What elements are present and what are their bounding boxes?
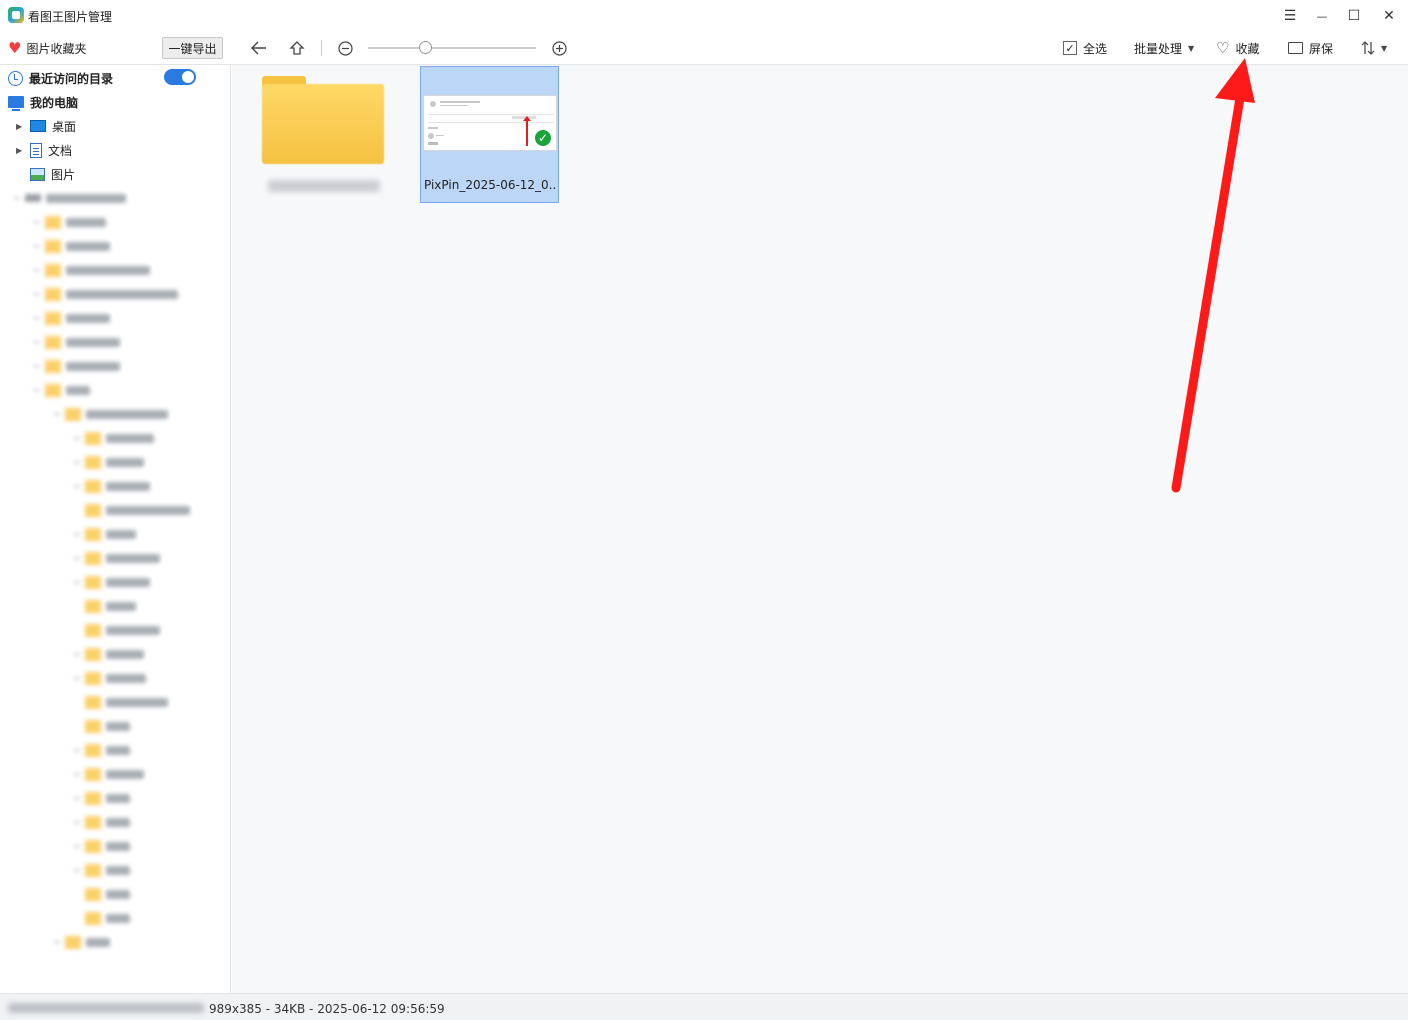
heart-outline-icon: ♡ [1216,39,1230,57]
redacted-tree-item [74,455,144,469]
redacted-tree-item [14,191,126,205]
redacted-tree-item [34,335,120,349]
close-button[interactable]: ✕ [1374,4,1404,28]
sidebar: 最近访问的目录 我的电脑 ▶ 桌面 ▶ 文档 图片 [0,65,231,993]
redacted-tree-item [74,479,150,493]
document-icon [30,142,42,158]
redacted-tree-item [34,263,150,277]
batch-process-dropdown[interactable]: 批量处理 ▼ [1134,38,1194,58]
redacted-tree-item [74,743,130,757]
back-arrow-icon[interactable] [249,38,269,58]
my-pc-label: 我的电脑 [30,95,79,110]
favorite-button[interactable]: ♡ 收藏 [1216,38,1259,58]
redacted-tree-item [74,575,150,589]
status-bar: 989x385 - 34KB - 2025-06-12 09:56:59 [0,993,1408,1020]
folder-icon-body [262,84,384,164]
screensaver-button[interactable]: 屏保 [1288,38,1333,58]
thumbnail-arrow [523,116,531,146]
redacted-tree-item [74,815,130,829]
toolbar: ♥ 图片收藏夹 一键导出 ✓ 全选 批量处理 ▼ ♡ 收藏 屏保 ▼ [0,32,1408,64]
desktop-icon [30,120,46,132]
pictures-icon [30,167,45,181]
redacted-tree-item [74,791,130,805]
redacted-tree-item [34,239,110,253]
redacted-tree-item [74,527,136,541]
redacted-tree-item [74,431,154,445]
zoom-out-icon[interactable] [337,38,353,58]
sidebar-item-my-pc[interactable]: 我的电脑 [8,92,78,112]
favorite-label: 收藏 [1235,41,1260,56]
file-grid [232,65,1408,993]
up-folder-icon[interactable] [287,38,307,58]
status-info: 989x385 - 34KB - 2025-06-12 09:56:59 [209,1002,445,1016]
export-button[interactable]: 一键导出 [162,37,223,59]
file-name-label: PixPin_2025-06-12_0... [424,178,556,192]
redacted-tree-item [74,719,130,733]
recent-toggle[interactable] [164,69,196,85]
expand-arrow-icon[interactable]: ▶ [16,122,24,131]
sort-icon [1361,41,1375,55]
redacted-file-path [8,1003,204,1013]
redacted-tree-item [74,695,168,709]
batch-process-label: 批量处理 [1134,41,1183,56]
caret-down-icon: ▼ [1381,43,1388,53]
zoom-in-icon[interactable] [551,38,567,58]
app-logo-icon [8,7,24,23]
redacted-tree-item [74,503,190,517]
select-all-label: 全选 [1083,41,1108,56]
redacted-tree-item [34,359,120,373]
minimize-button[interactable]: — [1307,4,1337,28]
title-bar: 看图王图片管理 ☰ — ☐ ✕ [0,0,1408,32]
redacted-tree-item [54,935,110,949]
redacted-tree-item [74,551,160,565]
toolbar-divider [321,40,322,56]
redacted-tree-item [34,287,178,301]
heart-icon: ♥ [8,38,22,57]
redacted-tree-item [74,647,144,661]
redacted-tree-item [74,839,130,853]
redacted-tree-item [74,671,146,685]
maximize-button[interactable]: ☐ [1339,4,1369,28]
favorites-button[interactable]: ♥ 图片收藏夹 [8,38,86,58]
redacted-tree-item [74,623,160,637]
select-all-checkbox[interactable]: ✓ 全选 [1063,38,1107,58]
monitor-icon [1288,42,1303,54]
redacted-tree-item [74,767,144,781]
zoom-slider-thumb[interactable] [419,41,432,54]
sidebar-item-label: 桌面 [52,119,77,134]
redacted-tree-item [74,887,130,901]
clock-icon [8,70,23,86]
sidebar-item-label: 文档 [48,143,73,158]
redacted-folder-name [268,180,380,192]
caret-down-icon: ▼ [1188,43,1195,53]
redacted-tree-item [74,863,130,877]
computer-icon [8,96,24,111]
sidebar-item-recent[interactable]: 最近访问的目录 [8,68,113,88]
redacted-tree-item [54,407,168,421]
zoom-slider-track[interactable] [368,47,536,49]
redacted-tree-item [34,311,110,325]
sidebar-item-label: 图片 [51,167,76,182]
sidebar-item-documents[interactable]: ▶ 文档 [16,140,72,160]
expand-arrow-icon[interactable]: ▶ [16,146,24,155]
recent-label: 最近访问的目录 [29,71,114,86]
menu-icon[interactable]: ☰ [1275,4,1305,28]
sidebar-item-desktop[interactable]: ▶ 桌面 [16,116,76,136]
sort-dropdown[interactable]: ▼ [1361,38,1387,58]
redacted-tree-item [34,215,106,229]
redacted-tree-item [34,383,90,397]
folder-item[interactable] [260,76,388,164]
redacted-tree-item [74,599,136,613]
checkbox-icon: ✓ [1063,41,1077,55]
redacted-tree-item [74,911,130,925]
favorites-label: 图片收藏夹 [26,41,87,56]
screensaver-label: 屏保 [1309,41,1334,56]
window-title: 看图王图片管理 [28,10,113,24]
sidebar-item-pictures[interactable]: 图片 [16,164,75,184]
selected-check-icon[interactable]: ✓ [533,128,553,148]
